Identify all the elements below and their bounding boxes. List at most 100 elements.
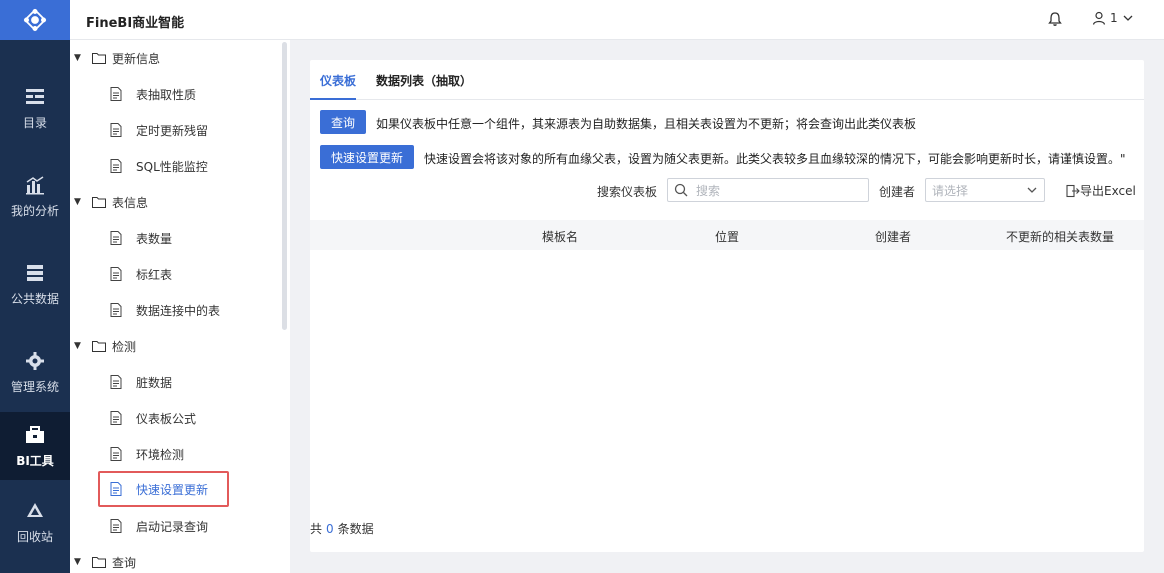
gear-icon xyxy=(24,350,46,372)
tab-bar: 仪表板 数据列表（抽取） xyxy=(310,60,1144,100)
caret-down-icon: ▼ xyxy=(74,53,81,63)
tree-item[interactable]: 仪表板公式 xyxy=(110,400,196,436)
total-suffix: 条数据 xyxy=(337,522,374,536)
app-logo[interactable] xyxy=(0,0,70,40)
tree-item[interactable]: 表抽取性质 xyxy=(110,76,196,112)
query-button[interactable]: 查询 xyxy=(320,110,366,134)
tree-group-label: 检测 xyxy=(112,339,137,354)
tree-item[interactable]: 启动记录查询 xyxy=(110,508,208,544)
search-label: 搜索仪表板 xyxy=(597,185,658,199)
tab-data-list[interactable]: 数据列表（抽取） xyxy=(376,72,472,89)
rail-label: 公共数据 xyxy=(10,291,59,306)
file-icon xyxy=(110,375,122,389)
folder-icon xyxy=(92,557,106,568)
analysis-icon xyxy=(24,174,46,196)
top-header: FineBI商业智能 1 xyxy=(70,0,1164,40)
tree-item[interactable]: 环境检测 xyxy=(110,436,184,472)
user-icon xyxy=(1092,11,1106,25)
tree-group-label: 表信息 xyxy=(112,195,149,210)
tree-item[interactable]: 标红表 xyxy=(110,256,172,292)
rail-item-catalog[interactable]: 目录 xyxy=(0,74,70,142)
tree-group-label: 查询 xyxy=(112,555,137,570)
export-excel-button[interactable]: 导出Excel xyxy=(1066,182,1136,199)
creator-select[interactable]: 请选择 xyxy=(925,178,1045,202)
tree-item[interactable]: SQL性能监控 xyxy=(110,148,208,184)
tree-item-label: 仪表板公式 xyxy=(136,411,197,426)
folder-icon xyxy=(92,197,106,208)
toolbox-icon xyxy=(24,424,46,446)
file-icon xyxy=(110,303,122,317)
query-description: 如果仪表板中任意一个组件，其来源表为自助数据集，且相关表设置为不更新；将会查询出… xyxy=(376,117,917,131)
tree-item[interactable]: 脏数据 xyxy=(110,364,172,400)
file-icon xyxy=(110,159,122,173)
file-icon xyxy=(110,87,122,101)
tree-group-query[interactable]: ▼ 查询 xyxy=(74,544,136,573)
catalog-icon xyxy=(24,86,46,108)
search-icon xyxy=(674,183,688,197)
file-icon xyxy=(110,231,122,245)
record-count: 共 0 条数据 xyxy=(310,520,374,537)
tree-item-label: 启动记录查询 xyxy=(136,519,209,534)
tree-item[interactable]: 定时更新残留 xyxy=(110,112,208,148)
app-title: FineBI商业智能 xyxy=(86,16,185,31)
tree-item-label: 定时更新残留 xyxy=(136,123,209,138)
file-icon xyxy=(110,482,122,496)
rail-item-recycle-bin[interactable]: 回收站 xyxy=(0,488,70,556)
bell-icon[interactable] xyxy=(1047,11,1065,29)
rail-item-public-data[interactable]: 公共数据 xyxy=(0,250,70,318)
table-header: 模板名 位置 创建者 不更新的相关表数量 xyxy=(310,220,1144,250)
rail-label: 管理系统 xyxy=(10,379,59,394)
tree-group-table-info[interactable]: ▼ 表信息 xyxy=(74,184,148,220)
column-header: 模板名 xyxy=(542,230,579,244)
export-icon xyxy=(1066,184,1080,197)
file-icon xyxy=(110,519,122,533)
caret-down-icon: ▼ xyxy=(74,557,81,567)
caret-down-icon: ▼ xyxy=(74,197,81,207)
tree-group-update-info[interactable]: ▼ 更新信息 xyxy=(74,40,160,76)
nav-rail: 目录 我的分析 公共数据 管理系统 BI工具 回收站 xyxy=(0,0,70,573)
active-tab-indicator xyxy=(310,98,356,100)
user-menu[interactable]: 1 xyxy=(1092,11,1134,25)
search-input[interactable]: 搜索 xyxy=(667,178,869,202)
main-card: 仪表板 数据列表（抽取） 查询 如果仪表板中任意一个组件，其来源表为自助数据集，… xyxy=(310,60,1144,552)
rail-item-management[interactable]: 管理系统 xyxy=(0,338,70,406)
rail-label: 回收站 xyxy=(16,529,53,544)
folder-icon xyxy=(92,53,106,64)
caret-down-icon: ▼ xyxy=(74,341,81,351)
tree-item-label: 数据连接中的表 xyxy=(136,303,221,318)
tree-item-label: 表抽取性质 xyxy=(136,87,197,102)
tool-tree: ▼ 更新信息 表抽取性质 定时更新残留 SQL性能监控 ▼ 表信息 表数量 标红… xyxy=(70,40,290,573)
tree-item-label: SQL性能监控 xyxy=(136,159,208,174)
tree-item-label: 标红表 xyxy=(136,267,173,282)
quick-update-button[interactable]: 快速设置更新 xyxy=(320,145,414,169)
column-header: 位置 xyxy=(715,230,740,244)
column-header: 创建者 xyxy=(875,230,912,244)
column-header: 不更新的相关表数量 xyxy=(1006,230,1115,244)
logo-icon xyxy=(23,8,47,32)
total-count: 0 xyxy=(326,522,334,536)
tree-item[interactable]: 数据连接中的表 xyxy=(110,292,220,328)
tree-item[interactable]: 表数量 xyxy=(110,220,172,256)
search-placeholder: 搜索 xyxy=(696,183,721,198)
chevron-down-icon xyxy=(1123,15,1133,21)
total-prefix: 共 xyxy=(310,522,323,536)
rail-label: 目录 xyxy=(22,115,47,130)
rail-label: 我的分析 xyxy=(10,203,59,218)
tree-item-label: 快速设置更新 xyxy=(136,482,209,497)
recycle-icon xyxy=(24,500,46,522)
file-icon xyxy=(110,123,122,137)
tree-item-label: 表数量 xyxy=(136,231,173,246)
user-name: 1 xyxy=(1110,11,1118,25)
rail-item-bi-tools[interactable]: BI工具 xyxy=(0,412,70,480)
chevron-down-icon xyxy=(1027,187,1037,193)
tree-item-label: 环境检测 xyxy=(136,447,185,462)
file-icon xyxy=(110,447,122,461)
export-label: 导出Excel xyxy=(1080,184,1136,198)
folder-icon xyxy=(92,341,106,352)
rail-item-analysis[interactable]: 我的分析 xyxy=(0,162,70,230)
creator-label: 创建者 xyxy=(879,185,916,199)
tree-scrollbar[interactable] xyxy=(282,42,287,330)
tree-item-quick-update-selected[interactable]: 快速设置更新 xyxy=(98,471,229,507)
tab-dashboard[interactable]: 仪表板 xyxy=(320,72,356,89)
tree-group-detection[interactable]: ▼ 检测 xyxy=(74,328,136,364)
